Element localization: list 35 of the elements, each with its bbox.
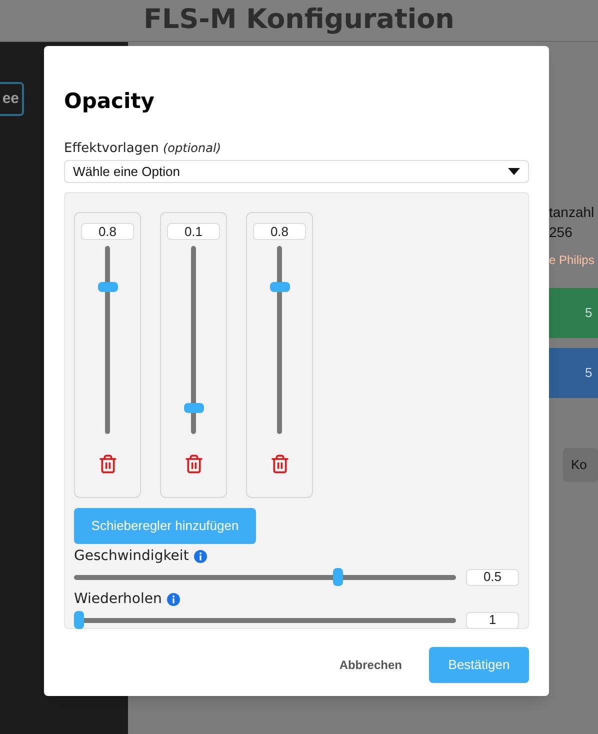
info-icon[interactable] <box>166 593 180 606</box>
cancel-button[interactable]: Abbrechen <box>337 647 404 683</box>
slider-thumb[interactable] <box>98 282 118 292</box>
trash-icon[interactable] <box>98 454 118 474</box>
value-field[interactable]: 0.8 <box>81 223 134 240</box>
vertical-slider[interactable] <box>98 246 118 434</box>
value-field[interactable]: 0.8 <box>253 223 306 240</box>
colored-band: 5 <box>549 288 598 338</box>
device-name: e Philips <box>549 252 594 269</box>
sidebar-button[interactable]: ee <box>0 82 24 116</box>
info-icon[interactable] <box>194 550 207 563</box>
column-header: tanzahl <box>549 202 594 222</box>
colored-band: 5 <box>549 348 598 398</box>
setting-label: Geschwindigkeit <box>74 547 189 566</box>
value-field[interactable]: 1 <box>466 612 519 628</box>
horizontal-slider[interactable] <box>74 567 456 587</box>
field-label: Effektvorlagen (optional) <box>64 140 221 156</box>
preset-select[interactable]: Wähle eine Option <box>64 160 529 183</box>
value-field[interactable]: 0.5 <box>466 568 519 586</box>
vertical-slider[interactable] <box>270 246 290 434</box>
horizontal-slider[interactable] <box>74 610 456 630</box>
slider-thumb[interactable] <box>74 611 84 629</box>
trash-icon[interactable] <box>184 454 204 474</box>
slider-thumb[interactable] <box>184 402 204 413</box>
side-button[interactable]: Ko <box>563 448 598 482</box>
column-header: 256 <box>549 222 572 242</box>
value-field[interactable]: 0.1 <box>167 223 220 240</box>
caret-icon <box>508 168 520 175</box>
trash-icon[interactable] <box>270 454 290 474</box>
vertical-slider[interactable] <box>184 246 204 434</box>
slider-thumb[interactable] <box>270 282 290 292</box>
slider-thumb[interactable] <box>332 568 343 586</box>
dialog-title: Opacity <box>64 88 156 115</box>
page-title: FLS-M Konfiguration <box>144 3 454 38</box>
setting-label: Wiederholen <box>74 590 162 609</box>
